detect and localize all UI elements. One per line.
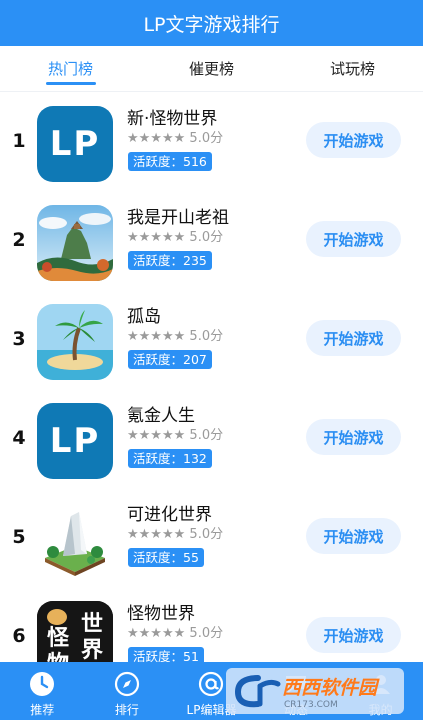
game-row[interactable]: 2 我是开山老祖 ★★★★★ 5.0分 活跃度：235 开始游戏 — [0, 191, 423, 290]
lp-logo-text: LP — [49, 124, 101, 164]
rank-number: 1 — [12, 130, 26, 152]
app-header: LP文字游戏排行 — [0, 0, 423, 46]
rank-number: 6 — [12, 625, 26, 647]
rank-number: 5 — [12, 526, 26, 548]
game-name[interactable]: 孤岛 — [127, 302, 161, 327]
rating: ★★★★★ 5.0分 — [127, 127, 223, 146]
rating: ★★★★★ 5.0分 — [127, 424, 223, 443]
monster-char-jie: 界 — [81, 638, 103, 662]
crystal-world-icon[interactable] — [37, 502, 113, 578]
nav-recommend-label: 推荐 — [30, 703, 55, 717]
start-game-button[interactable]: 开始游戏 — [306, 320, 401, 356]
lp-logo-text: LP — [49, 421, 101, 461]
rating: ★★★★★ 5.0分 — [127, 523, 223, 542]
rating: ★★★★★ 5.0分 — [127, 325, 223, 344]
nav-ranking-label: 排行 — [114, 703, 139, 717]
game-row[interactable]: 4 LP 氪金人生 ★★★★★ 5.0分 活跃度：132 开始游戏 — [0, 389, 423, 488]
watermark-overlay: 西西软件园 CR173.COM — [226, 668, 404, 714]
start-game-button[interactable]: 开始游戏 — [306, 617, 401, 653]
nav-ranking[interactable]: 排行 — [85, 662, 170, 720]
lp-logo-icon[interactable]: LP — [37, 106, 113, 182]
start-game-button[interactable]: 开始游戏 — [306, 122, 401, 158]
star-icons: ★★★★★ — [127, 131, 186, 146]
rating-score: 5.0分 — [189, 329, 224, 344]
rank-number: 4 — [12, 427, 26, 449]
tab-trial[interactable]: 试玩榜 — [282, 46, 423, 91]
rating-score: 5.0分 — [189, 527, 224, 542]
rating-score: 5.0分 — [189, 626, 224, 641]
tab-trial-label: 试玩榜 — [329, 60, 375, 78]
start-game-button[interactable]: 开始游戏 — [306, 419, 401, 455]
compass-icon — [114, 671, 139, 697]
star-icons: ★★★★★ — [127, 626, 186, 641]
rating: ★★★★★ 5.0分 — [127, 622, 223, 641]
activity-badge: 活跃度：235 — [128, 251, 212, 270]
star-icons: ★★★★★ — [127, 329, 186, 344]
rating: ★★★★★ 5.0分 — [127, 226, 223, 245]
tab-hot[interactable]: 热门榜 — [0, 46, 141, 91]
monster-world-text-icon[interactable]: 世 界 怪 物 — [37, 601, 113, 662]
activity-badge: 活跃度：55 — [128, 548, 204, 567]
at-icon — [199, 671, 224, 697]
rating-score: 5.0分 — [189, 131, 224, 146]
ranking-tabs: 热门榜 催更榜 试玩榜 — [0, 46, 423, 92]
game-name[interactable]: 氪金人生 — [127, 401, 195, 426]
game-row[interactable]: 3 孤岛 ★★★★★ 5.0分 活跃度：207 开始游戏 — [0, 290, 423, 389]
activity-badge: 活跃度：207 — [128, 350, 212, 369]
start-game-button[interactable]: 开始游戏 — [306, 518, 401, 554]
watermark-text: 西西软件园 — [282, 676, 378, 699]
nav-recommend[interactable]: 推荐 — [0, 662, 85, 720]
game-name[interactable]: 怪物世界 — [127, 599, 195, 624]
mountain-painting-icon[interactable] — [37, 205, 113, 281]
game-name[interactable]: 新·怪物世界 — [127, 104, 217, 129]
rank-number: 3 — [12, 328, 26, 350]
activity-badge: 活跃度：516 — [128, 152, 212, 171]
game-row[interactable]: 1 LP 新·怪物世界 ★★★★★ 5.0分 活跃度：516 开始游戏 — [0, 92, 423, 191]
cr-logo-icon — [234, 675, 281, 708]
star-icons: ★★★★★ — [127, 527, 186, 542]
game-ranking-list[interactable]: 1 LP 新·怪物世界 ★★★★★ 5.0分 活跃度：516 开始游戏 2 我是… — [0, 92, 423, 662]
monster-char-wu: 物 — [47, 651, 69, 662]
tab-urge-update-label: 催更榜 — [188, 60, 234, 78]
page-title: LP文字游戏排行 — [143, 13, 280, 36]
game-name[interactable]: 我是开山老祖 — [127, 203, 229, 228]
activity-badge: 活跃度：51 — [128, 647, 204, 662]
rating-score: 5.0分 — [189, 428, 224, 443]
rating-score: 5.0分 — [189, 230, 224, 245]
rank-number: 2 — [12, 229, 26, 251]
activity-badge: 活跃度：132 — [128, 449, 212, 468]
tab-urge-update[interactable]: 催更榜 — [141, 46, 282, 91]
monster-char-shi: 世 — [81, 612, 103, 637]
monster-char-guai: 怪 — [47, 626, 70, 651]
clock-icon — [30, 672, 55, 696]
start-game-button[interactable]: 开始游戏 — [306, 221, 401, 257]
game-row[interactable]: 5 可进化世界 ★★★★★ 5.0分 活跃度：55 开始游戏 — [0, 488, 423, 587]
game-row[interactable]: 6 世 界 怪 物 怪物世界 ★★★★★ 5.0分 活跃度：51 开始游戏 — [0, 587, 423, 662]
palm-island-icon[interactable] — [37, 304, 113, 380]
game-name[interactable]: 可进化世界 — [127, 500, 212, 525]
tab-hot-label: 热门榜 — [47, 60, 93, 78]
lp-logo-icon[interactable]: LP — [37, 403, 113, 479]
star-icons: ★★★★★ — [127, 230, 186, 245]
star-icons: ★★★★★ — [127, 428, 186, 443]
watermark-url: CR173.COM — [284, 699, 338, 710]
